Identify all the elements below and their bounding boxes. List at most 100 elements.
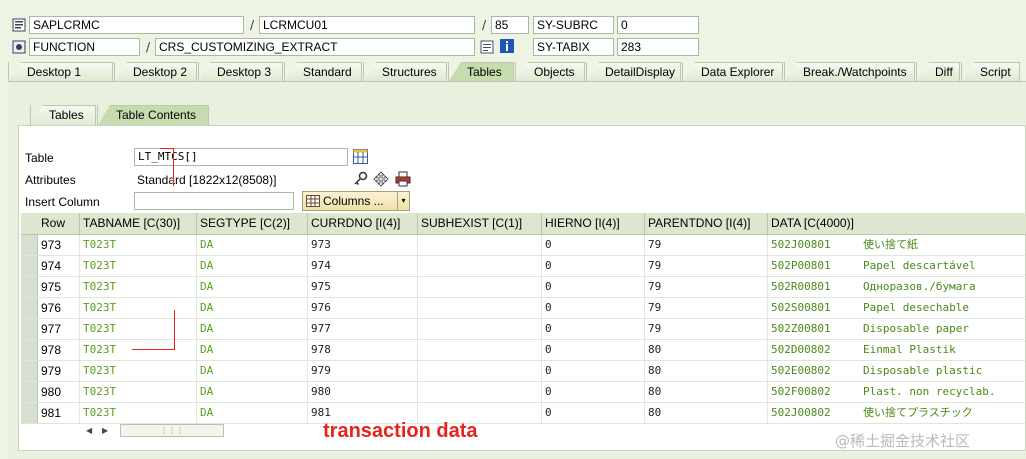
row-selector[interactable] (21, 277, 38, 297)
key-icon[interactable] (353, 171, 368, 186)
parentdno-cell[interactable]: 80 (645, 382, 768, 402)
column-header-currdno[interactable]: CURRDNO [I(4)] (308, 213, 418, 234)
tab-desktop-2[interactable]: Desktop 2 (114, 62, 197, 81)
print-icon[interactable] (395, 171, 411, 187)
hierno-cell[interactable]: 0 (542, 361, 645, 381)
parentdno-cell[interactable]: 80 (645, 403, 768, 423)
sysvar-name-2[interactable]: SY-TABIX (533, 38, 614, 56)
columns-button[interactable]: Columns ... ▾ (302, 191, 410, 211)
table-row[interactable]: 976 T023T DA 976 0 79 502S00801 Papel desechabl… (21, 298, 1026, 319)
currdno-cell[interactable]: 974 (308, 256, 418, 276)
row-selector[interactable] (21, 235, 38, 255)
hierno-cell[interactable]: 0 (542, 403, 645, 423)
hierno-cell[interactable]: 0 (542, 340, 645, 360)
table-row[interactable]: 980 T023T DA 980 0 80 502F00802 Plast. non recy… (21, 382, 1026, 403)
table-row[interactable]: 973 T023T DA 973 0 79 502J00801 使い捨て紙 (21, 235, 1026, 256)
row-number-cell[interactable]: 976 (38, 298, 80, 318)
tabname-cell[interactable]: T023T (80, 403, 197, 423)
currdno-cell[interactable]: 980 (308, 382, 418, 402)
hierno-cell[interactable]: 0 (542, 382, 645, 402)
currdno-cell[interactable]: 975 (308, 277, 418, 297)
table-row[interactable]: 981 T023T DA 981 0 80 502J00802 使い捨てプラスチック (21, 403, 1026, 424)
segtype-cell[interactable]: DA (197, 298, 308, 318)
row-number-cell[interactable]: 973 (38, 235, 80, 255)
tabname-cell[interactable]: T023T (80, 382, 197, 402)
row-number-cell[interactable]: 978 (38, 340, 80, 360)
parentdno-cell[interactable]: 79 (645, 319, 768, 339)
tab-diff[interactable]: Diff (916, 62, 960, 81)
tab-data-explorer[interactable]: Data Explorer (682, 62, 783, 81)
data-cell[interactable]: 502J00802 使い捨てプラスチック (768, 403, 1026, 423)
row-number-cell[interactable]: 981 (38, 403, 80, 423)
data-cell[interactable]: 502E00802 Disposable plastic (768, 361, 1026, 381)
column-header-tabname[interactable]: TABNAME [C(30)] (80, 213, 197, 234)
tabname-cell[interactable]: T023T (80, 235, 197, 255)
subhexist-cell[interactable] (418, 235, 542, 255)
parentdno-cell[interactable]: 79 (645, 256, 768, 276)
tabname-cell[interactable]: T023T (80, 340, 197, 360)
table-row[interactable]: 974 T023T DA 974 0 79 502P00801 Papel descartáv… (21, 256, 1026, 277)
currdno-cell[interactable]: 977 (308, 319, 418, 339)
parentdno-cell[interactable]: 79 (645, 277, 768, 297)
tab-objects[interactable]: Objects (515, 62, 585, 81)
row-number-cell[interactable]: 974 (38, 256, 80, 276)
subhexist-cell[interactable] (418, 277, 542, 297)
row-number-cell[interactable]: 980 (38, 382, 80, 402)
hierno-cell[interactable]: 0 (542, 235, 645, 255)
event-name-field[interactable]: CRS_CUSTOMIZING_EXTRACT (155, 38, 475, 56)
insert-column-input[interactable] (134, 192, 294, 210)
currdno-cell[interactable]: 973 (308, 235, 418, 255)
tab-desktop-3[interactable]: Desktop 3 (198, 62, 283, 81)
line-field[interactable]: 85 (491, 16, 529, 34)
currdno-cell[interactable]: 978 (308, 340, 418, 360)
source-icon[interactable] (480, 40, 494, 54)
row-selector[interactable] (21, 361, 38, 381)
segtype-cell[interactable]: DA (197, 403, 308, 423)
table-name-input[interactable]: LT_MTCS[] (134, 148, 348, 166)
program-field[interactable]: SAPLCRMC (29, 16, 244, 34)
scroll-right-icon[interactable]: ▶ (102, 423, 108, 438)
subhexist-cell[interactable] (418, 298, 542, 318)
table-row[interactable]: 977 T023T DA 977 0 79 502Z00801 Disposable pape… (21, 319, 1026, 340)
currdno-cell[interactable]: 976 (308, 298, 418, 318)
parentdno-cell[interactable]: 80 (645, 361, 768, 381)
tabname-cell[interactable]: T023T (80, 319, 197, 339)
segtype-cell[interactable]: DA (197, 340, 308, 360)
move-icon[interactable] (373, 171, 389, 187)
tab-script[interactable]: Script (961, 62, 1020, 81)
currdno-cell[interactable]: 979 (308, 361, 418, 381)
segtype-cell[interactable]: DA (197, 382, 308, 402)
row-selector[interactable] (21, 256, 38, 276)
segtype-cell[interactable]: DA (197, 235, 308, 255)
horizontal-scrollbar[interactable]: ◀ ▶ ⋮⋮⋮ (80, 423, 225, 438)
subhexist-cell[interactable] (418, 361, 542, 381)
column-header-data[interactable]: DATA [C(4000)] (768, 213, 1026, 234)
segtype-cell[interactable]: DA (197, 256, 308, 276)
data-cell[interactable]: 502Z00801 Disposable paper (768, 319, 1026, 339)
subhexist-cell[interactable] (418, 256, 542, 276)
tab-structures[interactable]: Structures (363, 62, 447, 81)
sysvar-value-1[interactable]: 0 (617, 16, 699, 34)
subtab-table-contents[interactable]: Table Contents (97, 105, 209, 125)
tabname-cell[interactable]: T023T (80, 256, 197, 276)
data-cell[interactable]: 502P00801 Papel descartável (768, 256, 1026, 276)
row-selector[interactable] (21, 319, 38, 339)
row-number-cell[interactable]: 975 (38, 277, 80, 297)
event-type-field[interactable]: FUNCTION (29, 38, 140, 56)
column-header-hierno[interactable]: HIERNO [I(4)] (542, 213, 645, 234)
table-row[interactable]: 978 T023T DA 978 0 80 502D00802 Einmal Plastik (21, 340, 1026, 361)
hierno-cell[interactable]: 0 (542, 256, 645, 276)
column-header-parentdno[interactable]: PARENTDNO [I(4)] (645, 213, 768, 234)
column-header-row[interactable]: Row (21, 213, 80, 234)
segtype-cell[interactable]: DA (197, 319, 308, 339)
subhexist-cell[interactable] (418, 382, 542, 402)
hierno-cell[interactable]: 0 (542, 319, 645, 339)
row-number-cell[interactable]: 977 (38, 319, 80, 339)
subhexist-cell[interactable] (418, 319, 542, 339)
data-cell[interactable]: 502J00801 使い捨て紙 (768, 235, 1026, 255)
scroll-left-icon[interactable]: ◀ (86, 423, 92, 438)
tabname-cell[interactable]: T023T (80, 277, 197, 297)
tab-breakpoints[interactable]: Break./Watchpoints (784, 62, 915, 81)
subtab-tables[interactable]: Tables (30, 105, 96, 125)
table-row[interactable]: 979 T023T DA 979 0 80 502E00802 Disposable plas… (21, 361, 1026, 382)
